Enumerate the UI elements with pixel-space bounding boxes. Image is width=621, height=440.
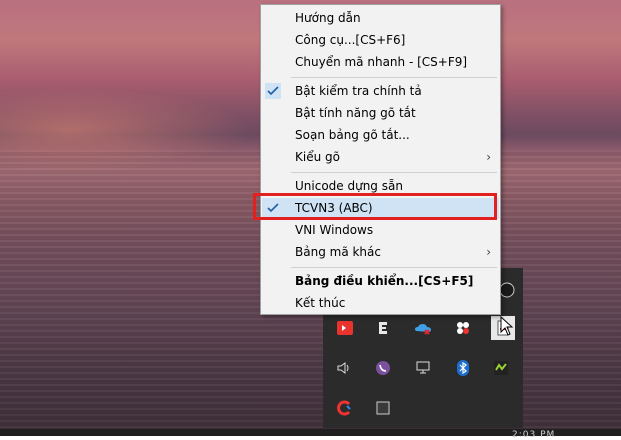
chevron-right-icon: ›	[486, 150, 491, 164]
menu-item-label: Bảng mã khác	[295, 245, 381, 259]
mouse-cursor-icon	[500, 315, 514, 340]
menu-item-label: Kiểu gõ	[295, 150, 340, 164]
menu-item-label: VNI Windows	[295, 223, 374, 237]
menu-item-ket-thuc[interactable]: Kết thúc	[262, 293, 499, 314]
menu-separator	[291, 172, 497, 173]
menu-item-label: Công cụ...[CS+F6]	[295, 33, 406, 47]
keyboard-icon[interactable]	[373, 398, 393, 418]
viber-icon[interactable]	[373, 358, 393, 378]
menu-item-go-tat[interactable]: Bật tính năng gõ tắt	[262, 103, 499, 124]
menu-item-soan-bang-go-tat[interactable]: Soạn bảng gõ tắt...	[262, 125, 499, 146]
unikey-context-menu: Hướng dẫn Công cụ...[CS+F6] Chuyển mã nh…	[260, 4, 501, 315]
menu-item-label: Hướng dẫn	[295, 11, 361, 25]
onedrive-icon[interactable]	[413, 318, 433, 338]
menu-item-huong-dan[interactable]: Hướng dẫn	[262, 8, 499, 29]
menu-item-label: Kết thúc	[295, 296, 346, 310]
menu-item-label: Bật kiểm tra chính tả	[295, 84, 422, 98]
anydesk-icon[interactable]	[335, 318, 355, 338]
menu-item-kieu-go[interactable]: Kiểu gõ ›	[262, 147, 499, 168]
menu-item-cong-cu[interactable]: Công cụ...[CS+F6]	[262, 30, 499, 51]
menu-separator	[291, 267, 497, 268]
gpu-icon[interactable]	[491, 358, 511, 378]
menu-item-label: Bật tính năng gõ tắt	[295, 106, 416, 120]
menu-item-label: Chuyển mã nhanh - [CS+F9]	[295, 55, 468, 69]
taskbar-clock[interactable]: 2:03 PM	[512, 430, 555, 440]
checkmark-icon	[265, 83, 281, 99]
menu-item-bang-ma-khac[interactable]: Bảng mã khác ›	[262, 242, 499, 263]
menu-item-label: Soạn bảng gõ tắt...	[295, 128, 410, 142]
menu-item-kiem-tra-chinh-ta[interactable]: Bật kiểm tra chính tả	[262, 81, 499, 102]
ccleaner-icon[interactable]	[335, 398, 355, 418]
menu-item-vni-windows[interactable]: VNI Windows	[262, 220, 499, 241]
bluetooth-icon[interactable]	[453, 358, 473, 378]
menu-separator	[291, 77, 497, 78]
menu-item-label: Bảng điều khiển...[CS+F5]	[295, 274, 474, 288]
menu-item-bang-dieu-khien[interactable]: Bảng điều khiển...[CS+F5]	[262, 271, 499, 292]
highlight-box	[253, 193, 497, 220]
volume-icon[interactable]	[335, 358, 355, 378]
chevron-right-icon: ›	[486, 245, 491, 259]
evernote-icon[interactable]	[373, 318, 393, 338]
slack-icon[interactable]	[453, 318, 473, 338]
network-icon[interactable]	[413, 358, 433, 378]
menu-item-chuyen-ma-nhanh[interactable]: Chuyển mã nhanh - [CS+F9]	[262, 52, 499, 73]
